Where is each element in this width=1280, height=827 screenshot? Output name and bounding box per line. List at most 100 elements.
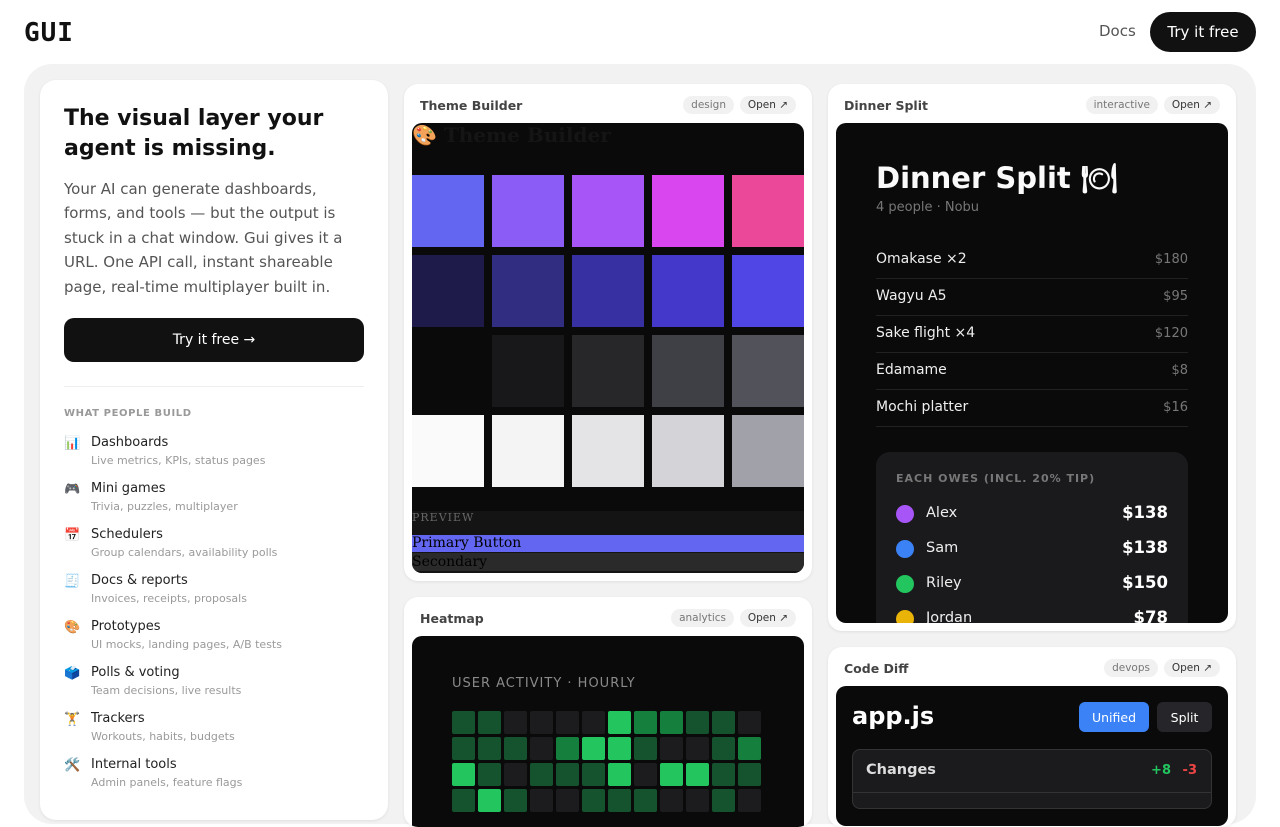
build-item[interactable]: 🏋️ Trackers Workouts, habits, budgets xyxy=(64,711,364,757)
build-item-label: Internal tools xyxy=(91,757,177,772)
build-item-label: Polls & voting xyxy=(91,665,180,680)
heatmap-cell xyxy=(504,763,527,786)
color-swatch[interactable] xyxy=(572,175,644,247)
build-item[interactable]: 📊 Dashboards Live metrics, KPIs, status pa… xyxy=(64,435,364,481)
color-swatch[interactable] xyxy=(412,335,484,407)
color-swatch[interactable] xyxy=(492,255,564,327)
color-swatch[interactable] xyxy=(412,415,484,487)
person-amount: $138 xyxy=(1122,538,1168,557)
build-item[interactable]: 🛠️ Internal tools Admin panels, feature fl… xyxy=(64,757,364,803)
color-swatch[interactable] xyxy=(492,335,564,407)
heatmap-card: Heatmap analytics Open ↗ USER ACTIVITY ·… xyxy=(404,597,812,827)
heatmap-cell xyxy=(556,763,579,786)
heatmap-cell xyxy=(530,789,553,812)
color-swatch[interactable] xyxy=(652,335,724,407)
category-tag: design xyxy=(683,96,734,114)
color-swatch[interactable] xyxy=(732,175,804,247)
heatmap-cell xyxy=(556,789,579,812)
color-swatch[interactable] xyxy=(732,415,804,487)
build-item-description: Invoices, receipts, proposals xyxy=(91,592,247,605)
split-view-button[interactable]: Split xyxy=(1157,702,1212,732)
hero-description: Your AI can generate dashboards, forms, … xyxy=(64,180,343,296)
build-item[interactable]: 🗳️ Polls & voting Team decisions, live res… xyxy=(64,665,364,711)
heatmap-cell xyxy=(478,711,501,734)
person-amount: $138 xyxy=(1122,503,1168,522)
heatmap-cell xyxy=(504,737,527,760)
heatmap-cell xyxy=(452,737,475,760)
person-color-dot xyxy=(896,540,914,558)
color-swatch[interactable] xyxy=(652,255,724,327)
person-amount: $150 xyxy=(1122,573,1168,592)
primary-button[interactable]: Primary Button xyxy=(412,535,804,552)
try-free-button[interactable]: Try it free xyxy=(1150,12,1256,52)
open-button[interactable]: Open ↗ xyxy=(1163,659,1220,677)
receipt-icon: 🧾 xyxy=(64,574,81,589)
open-button[interactable]: Open ↗ xyxy=(1163,96,1220,114)
ballot-box-icon: 🗳️ xyxy=(64,666,81,681)
person-name: Jordan xyxy=(926,610,973,623)
heatmap-cell xyxy=(738,763,761,786)
heatmap-title: USER ACTIVITY · HOURLY xyxy=(452,676,636,691)
bill-item-price: $180 xyxy=(1154,252,1188,267)
top-nav: GUI Docs Try it free xyxy=(0,0,1280,64)
bill-item-price: $120 xyxy=(1154,326,1188,341)
heatmap-cell xyxy=(530,711,553,734)
heatmap-cell xyxy=(478,737,501,760)
heatmap-cell xyxy=(478,763,501,786)
palette-icon: 🎨 xyxy=(64,620,81,635)
preview-label: PREVIEW xyxy=(412,511,475,524)
heatmap-cell xyxy=(634,711,657,734)
heatmap-preview: USER ACTIVITY · HOURLY xyxy=(412,636,804,827)
docs-link[interactable]: Docs xyxy=(1099,22,1136,40)
additions-count: +8 xyxy=(1151,763,1171,778)
color-swatch[interactable] xyxy=(732,255,804,327)
heatmap-cell xyxy=(530,737,553,760)
person-row: Sam $138 xyxy=(896,537,1168,561)
secondary-button[interactable]: Secondary xyxy=(412,553,804,571)
color-swatch[interactable] xyxy=(652,175,724,247)
color-swatch[interactable] xyxy=(492,175,564,247)
color-swatch[interactable] xyxy=(572,255,644,327)
color-swatch[interactable] xyxy=(572,335,644,407)
color-swatch[interactable] xyxy=(412,255,484,327)
logo[interactable]: GUI xyxy=(24,18,74,48)
theme-builder-preview: 🎨 Theme Builder PREVIEW Primary Button S… xyxy=(412,123,804,573)
open-button[interactable]: Open ↗ xyxy=(739,96,796,114)
dinner-split-subtitle: 4 people · Nobu xyxy=(876,200,980,215)
build-item[interactable]: 🎮 Mini games Trivia, puzzles, multiplayer xyxy=(64,481,364,527)
open-button[interactable]: Open ↗ xyxy=(739,609,796,627)
bill-item-name: Edamame xyxy=(876,362,947,378)
color-swatch[interactable] xyxy=(572,415,644,487)
build-item[interactable]: 📅 Schedulers Group calendars, availability… xyxy=(64,527,364,573)
card-title: Theme Builder xyxy=(420,98,523,113)
unified-view-button[interactable]: Unified xyxy=(1079,702,1149,732)
build-item-label: Docs & reports xyxy=(91,573,188,588)
dinner-split-preview: Dinner Split 🍽 4 people · Nobu Omakase ×… xyxy=(836,123,1228,623)
build-item-label: Schedulers xyxy=(91,527,163,542)
color-swatch[interactable] xyxy=(492,415,564,487)
bill-item-price: $95 xyxy=(1163,289,1188,304)
card-title: Code Diff xyxy=(844,661,909,676)
heatmap-cell xyxy=(504,711,527,734)
heatmap-cell xyxy=(556,711,579,734)
build-item[interactable]: 🧾 Docs & reports Invoices, receipts, propo… xyxy=(64,573,364,619)
build-list: 📊 Dashboards Live metrics, KPIs, status pa… xyxy=(64,435,364,803)
heatmap-cell xyxy=(686,737,709,760)
heatmap-cell xyxy=(738,711,761,734)
heatmap-cell xyxy=(712,711,735,734)
dinner-split-heading: Dinner Split 🍽 xyxy=(876,161,1118,195)
build-item[interactable]: 🎨 Prototypes UI mocks, landing pages, A/B … xyxy=(64,619,364,665)
bill-item-row: Edamame $8 xyxy=(876,353,1188,390)
build-item-label: Prototypes xyxy=(91,619,161,634)
heatmap-cell xyxy=(712,763,735,786)
category-tag: analytics xyxy=(671,609,734,627)
color-swatch[interactable] xyxy=(412,175,484,247)
heatmap-cell xyxy=(582,711,605,734)
heatmap-cell xyxy=(634,763,657,786)
calendar-icon: 📅 xyxy=(64,528,81,543)
color-swatch[interactable] xyxy=(732,335,804,407)
hero-try-free-button[interactable]: Try it free → xyxy=(64,318,364,362)
bill-item-name: Omakase ×2 xyxy=(876,251,967,267)
heatmap-cell xyxy=(660,763,683,786)
color-swatch[interactable] xyxy=(652,415,724,487)
